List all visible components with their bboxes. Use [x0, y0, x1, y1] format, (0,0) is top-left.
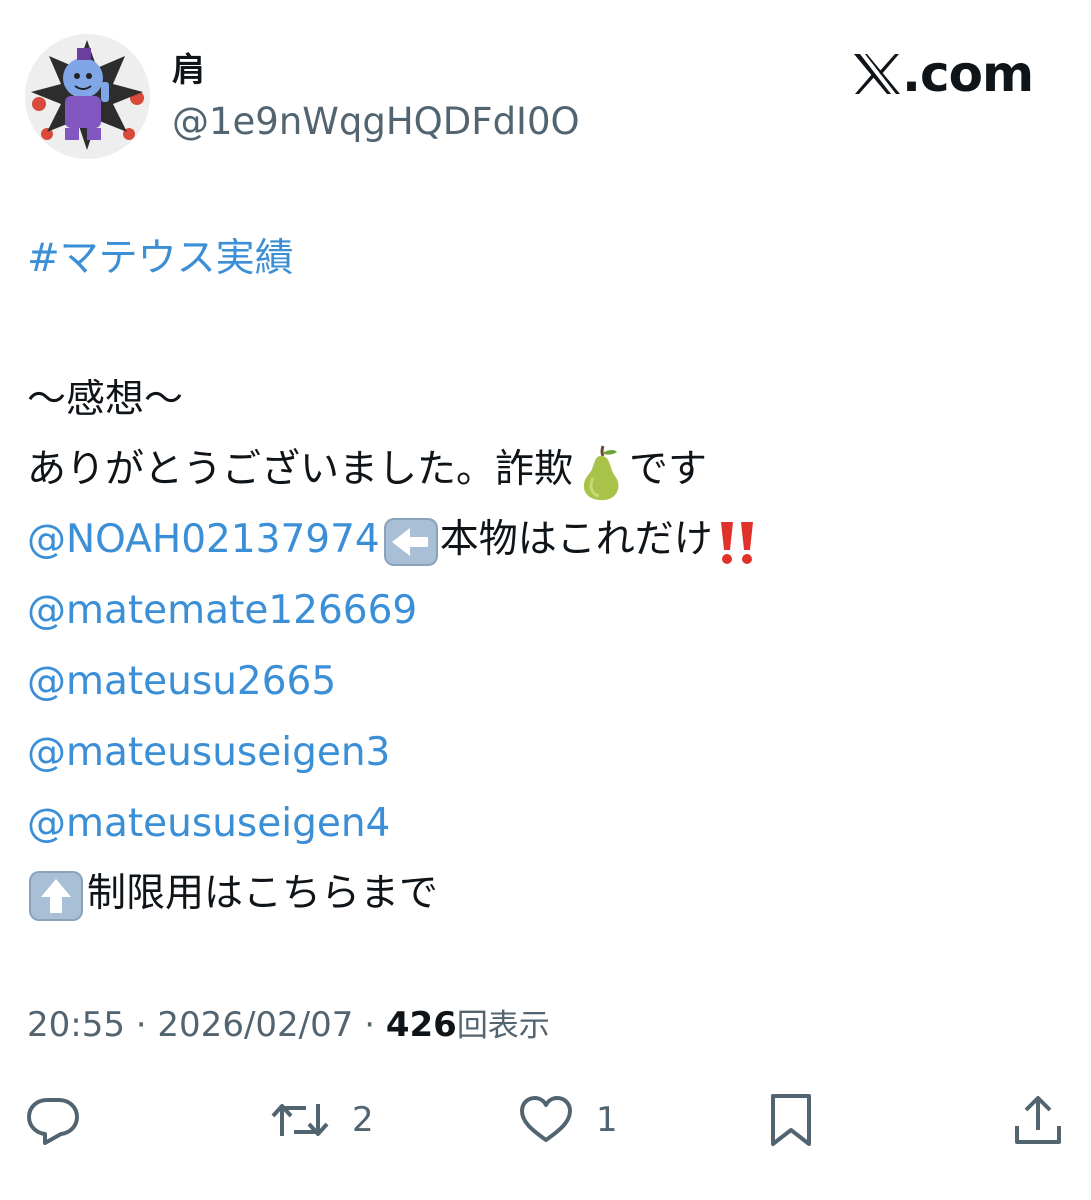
- views-count: 426: [385, 1005, 457, 1045]
- views-label: 回表示: [456, 1008, 550, 1044]
- reply-button[interactable]: [25, 1085, 81, 1155]
- like-count: 1: [596, 1100, 618, 1140]
- hashtag-link[interactable]: #マテウス実績: [27, 224, 294, 294]
- avatar[interactable]: [25, 34, 150, 159]
- mention-3[interactable]: @mateusu2665: [27, 647, 336, 717]
- x-domain-suffix: .com: [902, 45, 1034, 103]
- x-com-logo: .com: [852, 42, 1034, 106]
- retweet-icon: [271, 1104, 329, 1136]
- post-meta: 20:55 · 2026/02/07 · 426回表示: [27, 1002, 550, 1049]
- post-heading: 〜感想〜: [27, 377, 184, 422]
- mention-main[interactable]: @NOAH02137974: [27, 517, 380, 562]
- avatar-image: [25, 34, 150, 159]
- heart-icon: [520, 1096, 572, 1142]
- thanks-text: ありがとうございました。詐欺: [27, 447, 574, 492]
- author-handle[interactable]: @1e9nWqgHQDFdI0O: [172, 100, 580, 144]
- pear-emoji: [573, 442, 629, 502]
- share-icon: [1015, 1096, 1061, 1144]
- meta-separator: ·: [364, 1005, 376, 1045]
- mention-2[interactable]: @matemate126669: [27, 576, 417, 646]
- mention-4[interactable]: @mateususeigen3: [27, 718, 390, 788]
- left-arrow-emoji: [380, 516, 440, 568]
- thanks-suffix: です: [629, 447, 708, 492]
- retweet-count: 2: [352, 1100, 374, 1140]
- post-time[interactable]: 20:55: [27, 1005, 125, 1045]
- main-account-note: 本物はこれだけ: [439, 517, 713, 562]
- up-arrow-emoji: [27, 869, 87, 923]
- retweet-button[interactable]: 2: [270, 1085, 374, 1155]
- post-date[interactable]: 2026/02/07: [157, 1005, 353, 1045]
- like-button[interactable]: 1: [518, 1085, 618, 1155]
- x-logo-icon: [854, 54, 900, 94]
- post-line-restricted: 制限用はこちらまで: [27, 859, 438, 929]
- share-button[interactable]: [1012, 1085, 1064, 1155]
- mention-5[interactable]: @mateususeigen4: [27, 789, 390, 859]
- double-exclamation-emoji: [713, 516, 763, 568]
- bookmark-button[interactable]: [765, 1085, 817, 1155]
- post-line-thanks: ありがとうございました。詐欺 です: [27, 435, 707, 505]
- bookmark-icon: [771, 1094, 811, 1146]
- action-bar: 2 1: [0, 1085, 1091, 1155]
- reply-icon: [27, 1098, 79, 1145]
- meta-separator: ·: [135, 1005, 147, 1045]
- post-line-main-account: @NOAH02137974 本物はこれだけ: [27, 505, 763, 575]
- author-display-name[interactable]: 肩: [172, 50, 205, 90]
- restricted-text: 制限用はこちらまで: [87, 871, 439, 916]
